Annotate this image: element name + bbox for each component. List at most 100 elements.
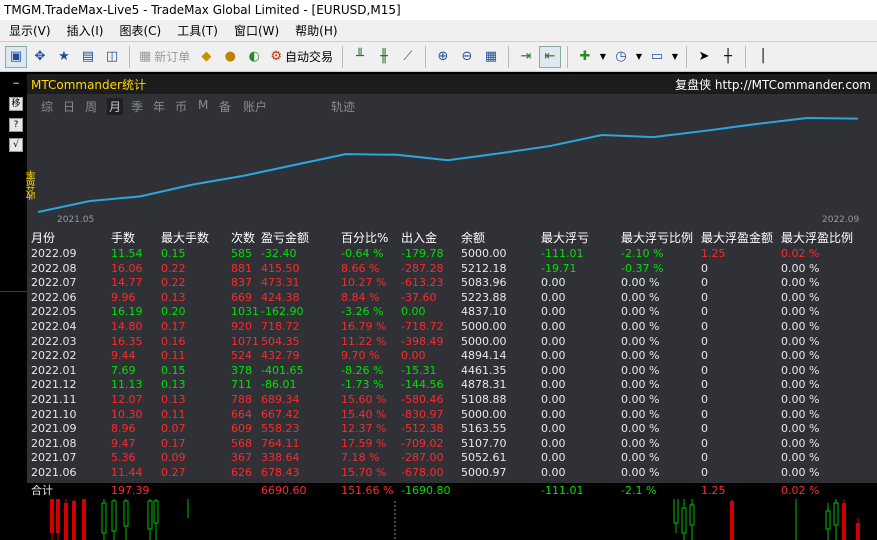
table-cell: 0.00 % xyxy=(621,290,660,304)
table-row[interactable]: 2021.08 9.47 0.17 568 764.11 17.59 % -709.02 51… xyxy=(27,437,877,452)
table-row[interactable]: 2022.08 16.06 0.22 881 415.50 8.66 % -287.28 52… xyxy=(27,262,877,277)
new-order-button[interactable]: ▦ 新订单 xyxy=(135,46,194,68)
line-chart-icon[interactable]: ⟋ xyxy=(397,46,419,68)
table-row[interactable]: 2021.12 11.13 0.13 711 -86.01 -1.73 % -144.56 4… xyxy=(27,378,877,393)
crosshair-icon[interactable]: ┼ xyxy=(717,46,739,68)
column-header[interactable]: 月份 xyxy=(31,230,55,247)
tab-currency[interactable]: 币 xyxy=(175,98,187,115)
column-header[interactable]: 最大手数 xyxy=(161,230,209,247)
favorites-icon[interactable]: ★ xyxy=(53,46,75,68)
table-cell: 0.00 xyxy=(541,451,566,465)
crosshair-move-icon[interactable]: ✥ xyxy=(29,46,51,68)
toolbar-separator xyxy=(507,45,509,68)
cursor-icon[interactable]: ➤ xyxy=(693,46,715,68)
autoscroll-icon[interactable]: ⇥ xyxy=(515,46,537,68)
tab-month[interactable]: 月 xyxy=(107,98,124,115)
equity-point xyxy=(190,183,193,186)
table-cell: 0.02 % xyxy=(781,247,820,260)
tab-day[interactable]: 日 xyxy=(63,98,75,115)
table-row[interactable]: 2022.04 14.80 0.17 920 718.72 16.79 % -718.72 5… xyxy=(27,320,877,335)
table-cell: -678.00 xyxy=(401,465,444,479)
side-button-help[interactable]: ? xyxy=(9,118,23,132)
table-cell: 5163.55 xyxy=(461,422,507,436)
table-row[interactable]: 2021.10 10.30 0.11 664 667.42 15.40 % -830.97 5… xyxy=(27,408,877,423)
side-button-move[interactable]: 移 xyxy=(9,97,23,111)
table-cell: -3.26 % xyxy=(341,305,384,319)
table-row[interactable]: 2022.02 9.44 0.11 524 432.79 9.70 % 0.00 4894.1… xyxy=(27,349,877,364)
table-row[interactable]: 2021.07 5.36 0.09 367 338.64 7.18 % -287.00 505… xyxy=(27,451,877,466)
table-cell: 764.11 xyxy=(261,436,300,450)
column-header[interactable]: 盈亏金额 xyxy=(261,230,309,247)
chart-shift-icon[interactable]: ⇤ xyxy=(538,45,561,68)
table-row[interactable]: 2022.05 16.19 0.20 1031 -162.90 -3.26 % 0.00 48… xyxy=(27,305,877,320)
table-cell: 473.31 xyxy=(261,276,300,290)
table-row[interactable]: 2021.06 11.44 0.27 626 678.43 15.70 % -678.00 5… xyxy=(27,466,877,481)
table-row[interactable]: 2022.09 11.54 0.15 585 -32.40 -0.64 % -179.78 5… xyxy=(27,247,877,262)
column-header[interactable]: 百分比% xyxy=(341,230,388,247)
menu-charts[interactable]: 图表(C) xyxy=(110,22,168,39)
minus-icon[interactable]: − xyxy=(9,77,23,91)
table-row[interactable]: 2022.03 16.35 0.16 1071 504.35 11.22 % -398.49… xyxy=(27,335,877,350)
table-cell: -830.97 xyxy=(401,407,444,421)
column-header[interactable]: 手数 xyxy=(111,230,135,247)
table-cell: 415.50 xyxy=(261,261,300,275)
templates-icon[interactable]: ▭ xyxy=(646,46,668,68)
tab-magic[interactable]: M xyxy=(198,98,208,112)
periods-icon[interactable]: ◷ xyxy=(610,46,632,68)
tab-week[interactable]: 周 xyxy=(85,98,97,115)
chevron-down-icon[interactable]: ▼ xyxy=(670,46,680,68)
table-cell: 10.30 xyxy=(111,407,143,421)
terminal-icon[interactable]: ◫ xyxy=(101,46,123,68)
table-row[interactable]: 2021.09 8.96 0.07 609 558.23 12.37 % -512.38 51… xyxy=(27,422,877,437)
table-row[interactable]: 2022.01 7.69 0.15 378 -401.65 -8.26 % -15.31 44… xyxy=(27,364,877,379)
table-cell: 0 xyxy=(701,319,708,333)
table-cell: 0.00 xyxy=(541,407,566,421)
table-row[interactable]: 2022.07 14.77 0.22 837 473.31 10.27 % -613.23 5… xyxy=(27,276,877,291)
tab-note[interactable]: 备 xyxy=(219,98,231,115)
candlestick-icon[interactable]: ╫ xyxy=(373,46,395,68)
auto-trading-button[interactable]: ⚙ 自动交易 xyxy=(266,46,337,68)
column-header[interactable]: 最大浮盈比例 xyxy=(781,230,853,247)
tab-trajectory[interactable]: 轨迹 xyxy=(331,98,355,115)
metaeditor-icon[interactable]: ◆ xyxy=(195,46,217,68)
table-cell: 0 xyxy=(701,349,708,363)
tab-account[interactable]: 账户 xyxy=(243,98,267,115)
new-chart-icon[interactable]: ▣ xyxy=(5,45,27,68)
column-header[interactable]: 次数 xyxy=(231,230,255,247)
column-header[interactable]: 最大浮亏比例 xyxy=(621,230,693,247)
menu-view[interactable]: 显示(V) xyxy=(0,22,58,39)
vertical-line-icon[interactable]: │ xyxy=(752,46,774,68)
table-cell: 0.00 % xyxy=(621,422,660,436)
table-row[interactable]: 2021.11 12.07 0.13 788 689.34 15.60 % -580.46 5… xyxy=(27,393,877,408)
table-cell: 0.20 xyxy=(161,305,186,319)
table-header: 月份 手数 最大手数 次数 盈亏金额 百分比% 出入金 余额 最大浮亏 最大浮亏比例 最大浮盈金额最… xyxy=(27,230,877,247)
equity-point xyxy=(395,153,398,156)
column-header[interactable]: 最大浮盈金额 xyxy=(701,230,773,247)
tab-quarter[interactable]: 季 xyxy=(131,98,143,115)
menu-window[interactable]: 窗口(W) xyxy=(225,22,286,39)
table-cell: 0.00 % xyxy=(781,407,820,421)
menu-help[interactable]: 帮助(H) xyxy=(286,22,344,39)
column-header[interactable]: 出入金 xyxy=(401,230,437,247)
indicators-icon[interactable]: ✚ xyxy=(574,46,596,68)
chevron-down-icon[interactable]: ▼ xyxy=(598,46,608,68)
column-header[interactable]: 余额 xyxy=(461,230,485,247)
zoom-out-icon[interactable]: ⊖ xyxy=(456,46,478,68)
bar-chart-icon[interactable]: ╨ xyxy=(349,46,371,68)
panel-link[interactable]: 复盘侠 http://MTCommander.com xyxy=(675,76,871,93)
menu-insert[interactable]: 插入(I) xyxy=(58,22,111,39)
zoom-in-icon[interactable]: ⊕ xyxy=(432,46,454,68)
tile-windows-icon[interactable]: ▦ xyxy=(480,46,502,68)
table-cell: 664 xyxy=(231,407,252,421)
side-button-check[interactable]: √ xyxy=(9,138,23,152)
table-row[interactable]: 2022.06 9.96 0.13 669 424.38 8.84 % -37.60 5223… xyxy=(27,291,877,306)
navigator-icon[interactable]: ▤ xyxy=(77,46,99,68)
market-icon[interactable]: ◐ xyxy=(243,46,265,68)
equity-point xyxy=(88,200,91,202)
tab-summary[interactable]: 综 xyxy=(41,98,53,115)
tab-year[interactable]: 年 xyxy=(153,98,165,115)
signals-icon[interactable]: ● xyxy=(219,46,241,68)
chevron-down-icon[interactable]: ▼ xyxy=(634,46,644,68)
menu-tools[interactable]: 工具(T) xyxy=(168,22,225,39)
column-header[interactable]: 最大浮亏 xyxy=(541,230,589,247)
